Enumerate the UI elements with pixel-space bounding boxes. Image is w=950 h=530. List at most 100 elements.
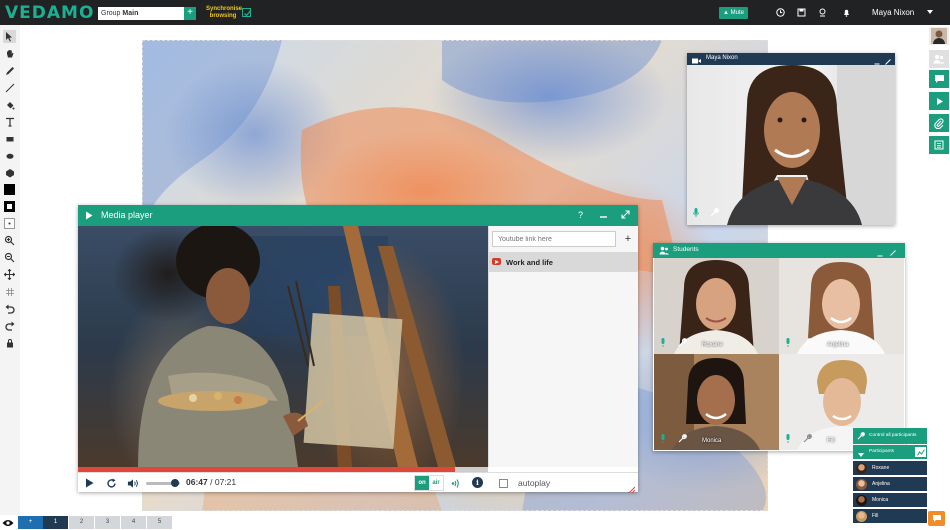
- shapes-icon[interactable]: [3, 166, 16, 179]
- volume-icon[interactable]: [127, 477, 139, 489]
- microphone-icon[interactable]: [785, 338, 791, 347]
- broadcast-icon[interactable]: [449, 477, 461, 489]
- student-tile[interactable]: Monica: [654, 354, 779, 450]
- ellipse-icon[interactable]: [3, 149, 16, 162]
- users-icon[interactable]: [929, 50, 949, 68]
- lock-icon[interactable]: [3, 336, 16, 349]
- control-all-participants-button[interactable]: Control all participants: [853, 428, 927, 444]
- students-header[interactable]: Students: [653, 243, 905, 258]
- tutor-name: Maya Nixon: [706, 55, 738, 61]
- chat-bubble-icon[interactable]: [928, 511, 945, 526]
- wrench-icon[interactable]: [678, 434, 687, 443]
- video-frame[interactable]: [78, 226, 488, 467]
- grid-icon[interactable]: [3, 285, 16, 298]
- participant-row[interactable]: Monica: [853, 493, 927, 507]
- user-name[interactable]: Maya Nixon: [872, 8, 914, 17]
- rectangle-icon[interactable]: [3, 132, 16, 145]
- play-icon: [85, 211, 93, 223]
- chat-icon[interactable]: [929, 70, 949, 88]
- chevron-down-icon[interactable]: [927, 10, 933, 14]
- play-icon[interactable]: [929, 92, 949, 110]
- add-page-tab[interactable]: +: [18, 516, 43, 529]
- page-tab-1[interactable]: 1: [43, 516, 68, 529]
- fill-bucket-icon[interactable]: [3, 98, 16, 111]
- wrench-icon[interactable]: [803, 434, 812, 443]
- tutor-portrait-illustration: [727, 65, 895, 225]
- info-button[interactable]: i: [472, 477, 483, 488]
- text-icon[interactable]: [3, 115, 16, 128]
- youtube-link-input[interactable]: [492, 231, 616, 247]
- video-still-illustration: [138, 226, 456, 467]
- student-name: Anjelina: [827, 342, 849, 348]
- save-icon[interactable]: [797, 8, 806, 17]
- microphone-icon[interactable]: [785, 434, 791, 443]
- sync-browsing-checkbox[interactable]: [242, 8, 252, 17]
- time-separator: /: [207, 477, 215, 487]
- page-tab-4[interactable]: 4: [121, 516, 146, 529]
- attachment-icon[interactable]: [929, 114, 949, 132]
- move-icon[interactable]: [3, 268, 16, 281]
- minimize-icon[interactable]: [599, 210, 608, 222]
- help-button[interactable]: ?: [578, 210, 583, 220]
- participants-header[interactable]: Participants: [853, 445, 927, 459]
- clock-icon[interactable]: [776, 8, 785, 17]
- students-icon: [659, 246, 669, 258]
- replay-icon[interactable]: [105, 477, 117, 489]
- page-tab-5[interactable]: 5: [147, 516, 172, 529]
- line-icon[interactable]: [3, 81, 16, 94]
- volume-slider-handle[interactable]: [170, 479, 179, 487]
- cursor-icon[interactable]: [3, 30, 16, 43]
- play-icon[interactable]: [83, 477, 95, 489]
- mute-all-button[interactable]: ▲ Mute: [719, 7, 748, 19]
- size-icon[interactable]: [3, 217, 16, 230]
- mute-label: Mute: [730, 10, 744, 16]
- playlist-item[interactable]: Work and life: [489, 252, 638, 272]
- student-tile[interactable]: Anjelina: [779, 258, 904, 354]
- resize-handle-icon[interactable]: [628, 484, 636, 496]
- on-air-toggle[interactable]: on air: [414, 475, 444, 491]
- eye-icon[interactable]: [2, 517, 14, 529]
- wrench-icon[interactable]: [678, 338, 687, 347]
- location-icon[interactable]: [818, 8, 827, 17]
- tutor-video-feed[interactable]: [687, 65, 895, 225]
- microphone-icon[interactable]: [660, 338, 666, 347]
- microphone-icon[interactable]: [693, 208, 699, 220]
- autoplay-checkbox[interactable]: [499, 479, 508, 488]
- redo-icon[interactable]: [3, 319, 16, 332]
- expand-icon[interactable]: [621, 210, 630, 222]
- wrench-icon[interactable]: [710, 208, 719, 220]
- app-logo: VEDAMO: [5, 3, 95, 23]
- tutor-video-header[interactable]: Maya Nixon: [687, 53, 895, 65]
- undo-icon[interactable]: [3, 302, 16, 315]
- zoom-out-icon[interactable]: [3, 251, 16, 264]
- page-tab-2[interactable]: 2: [69, 516, 94, 529]
- stats-icon[interactable]: [915, 447, 926, 457]
- zoom-in-icon[interactable]: [3, 234, 16, 247]
- list-icon[interactable]: [929, 136, 949, 154]
- media-controls: 06:47 / 07:21 on air i autoplay: [78, 472, 638, 494]
- time-display: 06:47 / 07:21: [186, 477, 236, 487]
- add-link-button[interactable]: +: [620, 231, 636, 247]
- media-player-header[interactable]: Media player ?: [78, 205, 638, 226]
- tutor-video-window: Maya Nixon: [687, 53, 895, 225]
- participant-row[interactable]: Roxane: [853, 461, 927, 475]
- color-swatch-icon[interactable]: [3, 183, 16, 196]
- participant-row[interactable]: Anjelina: [853, 477, 927, 491]
- student-name: Roxane: [702, 342, 723, 348]
- youtube-icon: [492, 258, 501, 265]
- wrench-icon[interactable]: [803, 338, 812, 347]
- add-group-button[interactable]: +: [184, 7, 196, 20]
- top-bar: VEDAMO Group Main + Synchronise browsing…: [0, 0, 950, 25]
- stroke-swatch-icon[interactable]: [3, 200, 16, 213]
- media-player-window: Media player ? +: [78, 205, 638, 494]
- notification-bell-icon[interactable]: [842, 8, 851, 17]
- user-avatar-icon[interactable]: [929, 27, 949, 45]
- hand-icon[interactable]: [3, 47, 16, 60]
- student-tile[interactable]: Roxane: [654, 258, 779, 354]
- group-selector[interactable]: Group Main +: [98, 7, 196, 20]
- participant-name: Monica: [872, 497, 889, 503]
- page-tab-3[interactable]: 3: [95, 516, 120, 529]
- avatar: [856, 495, 867, 506]
- pen-icon[interactable]: [3, 64, 16, 77]
- microphone-icon[interactable]: [660, 434, 666, 443]
